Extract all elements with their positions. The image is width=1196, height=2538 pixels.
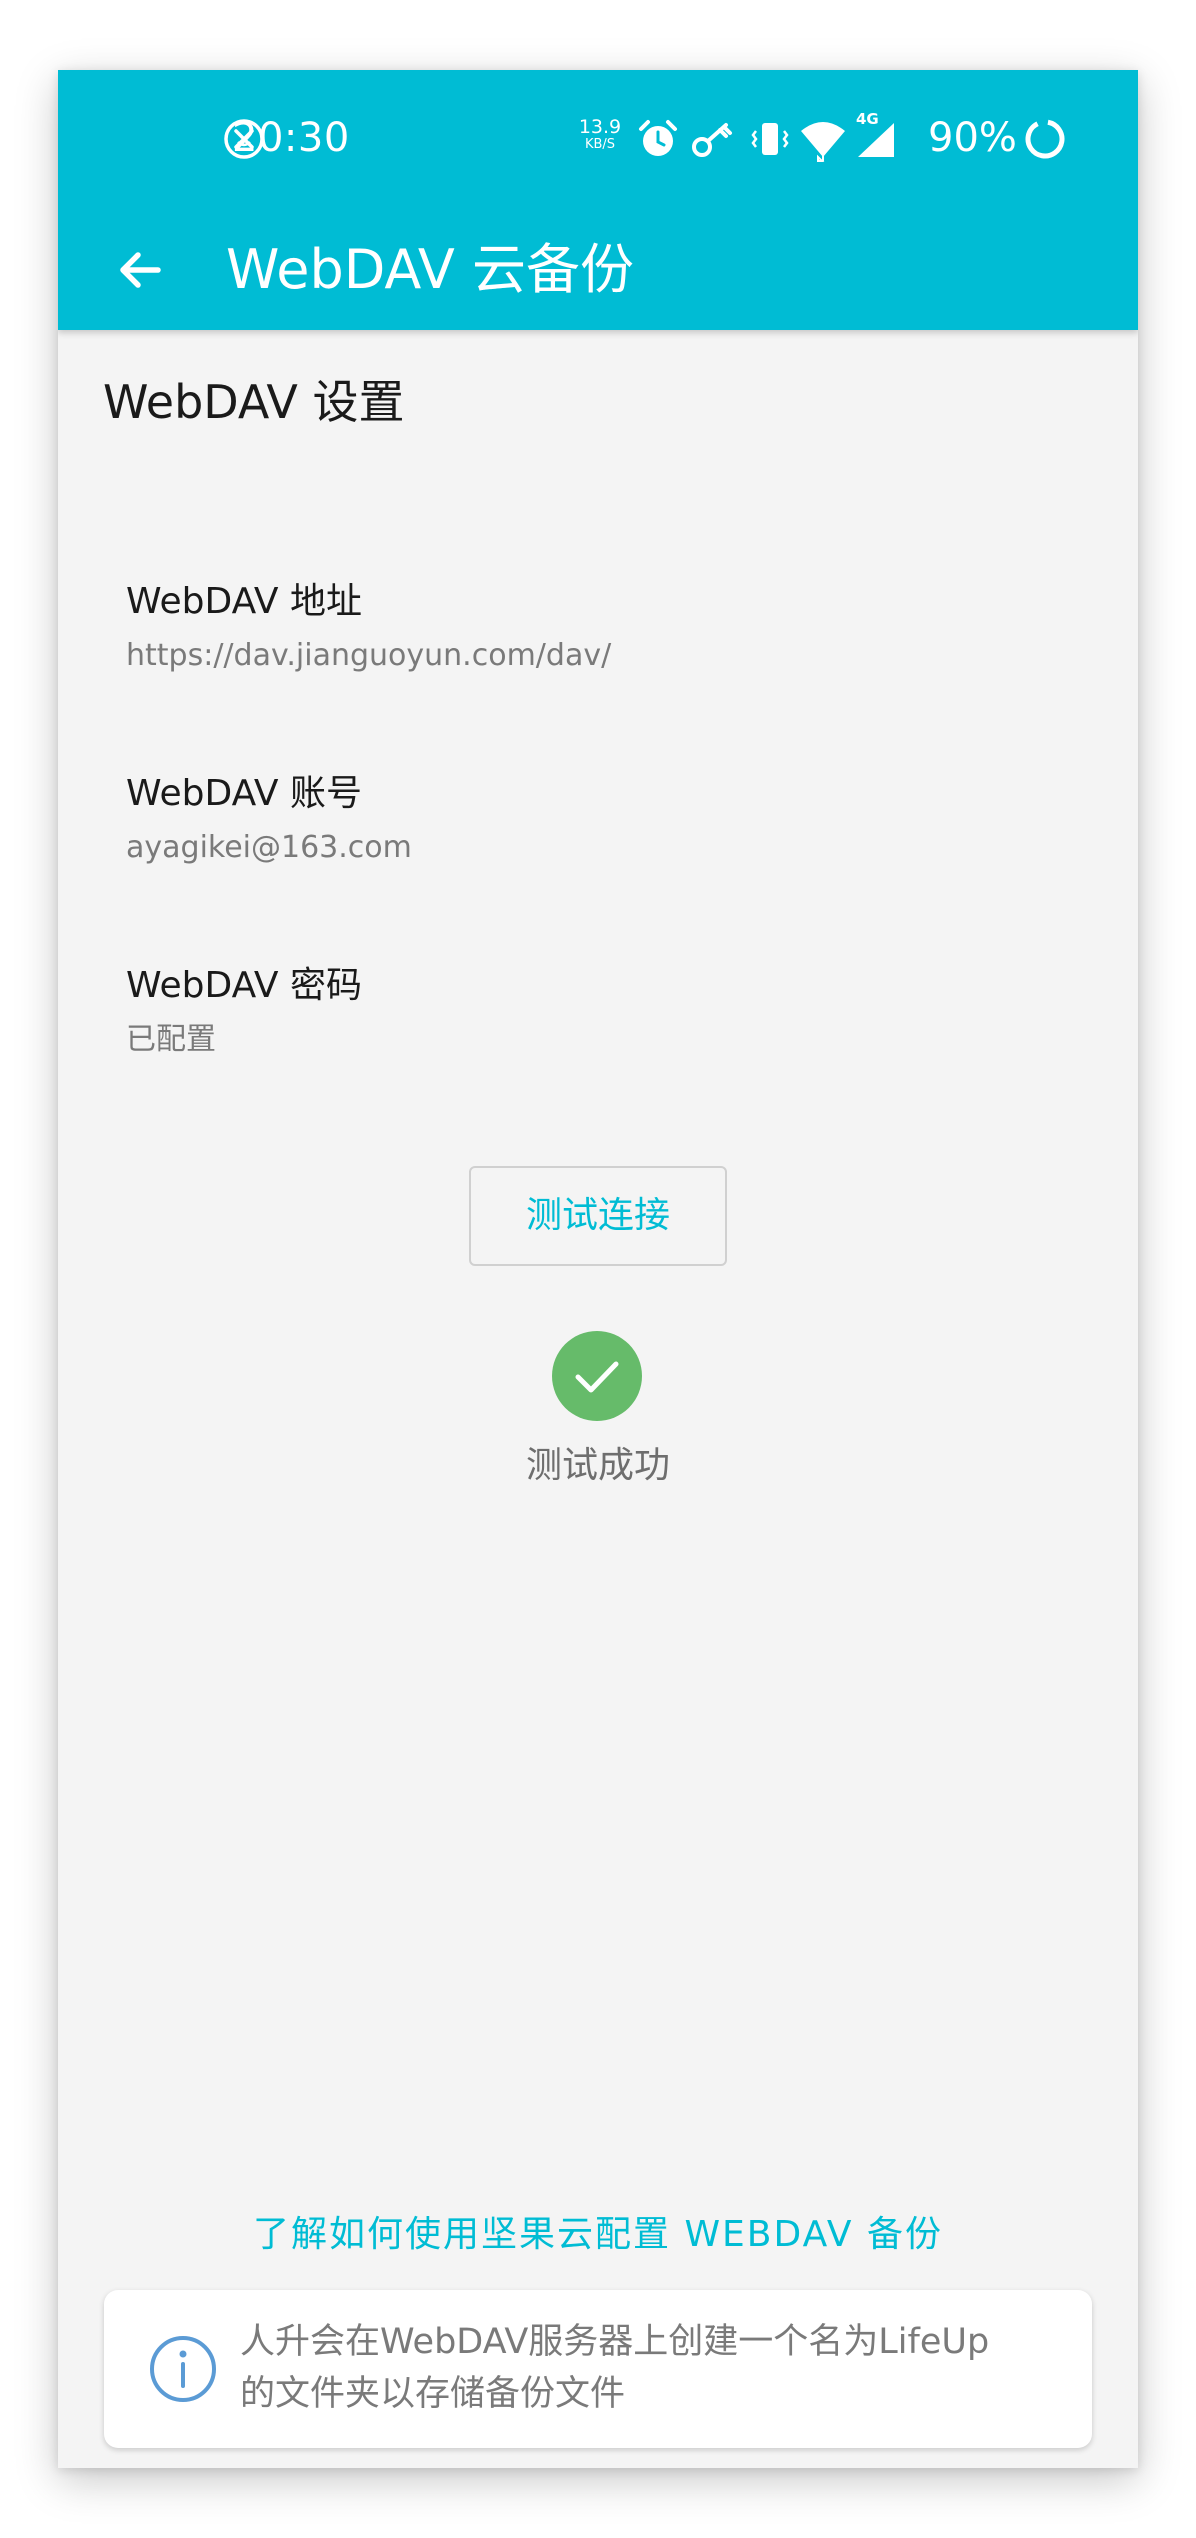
info-icon [150,2336,216,2402]
status-bar: 20:30 13.9 KB/S 4G 90% [58,70,1138,210]
back-button[interactable] [94,224,186,316]
battery-ring-icon [1025,119,1065,159]
test-result-text: 测试成功 [525,1445,670,1486]
notification-blocked-icon [224,119,264,159]
battery-percent: 90% [928,115,1017,161]
vibrate-icon [751,123,789,155]
info-text-line2: 的文件夹以存储备份文件 [240,2374,626,2414]
setting-summary: https://dav.jianguoyun.com/dav/ [126,638,612,673]
setting-webdav-password[interactable]: WebDAV 密码 已配置 [58,924,1138,1100]
setting-title: WebDAV 账号 [126,773,362,814]
net-speed: 13.9 KB/S [575,116,625,153]
setting-summary: 已配置 [126,1022,216,1057]
net-speed-value: 13.9 [578,116,622,138]
signal-icon [858,123,894,157]
section-title: WebDAV 设置 [103,375,405,429]
setting-webdav-account[interactable]: WebDAV 账号 ayagikei@163.com [58,732,1138,908]
net-speed-unit: KB/S [584,137,616,152]
vpn-key-icon [692,123,732,157]
setting-webdav-address[interactable]: WebDAV 地址 https://dav.jianguoyun.com/dav… [58,540,1138,716]
info-text-line1: 人升会在WebDAV服务器上创建一个名为LifeUp [240,2322,990,2362]
toolbar: WebDAV 云备份 [58,210,1138,330]
info-card: 人升会在WebDAV服务器上创建一个名为LifeUp 的文件夹以存储备份文件 [104,2290,1092,2448]
setting-title: WebDAV 地址 [126,581,362,622]
arrow-left-icon [120,252,161,288]
page-title: WebDAV 云备份 [226,238,634,301]
phone-screen: 20:30 13.9 KB/S 4G 90% WebDAV 云备份 WebDAV… [58,70,1138,2468]
alarm-icon [639,120,677,156]
info-text: 人升会在WebDAV服务器上创建一个名为LifeUp 的文件夹以存储备份文件 [240,2316,1060,2420]
test-connection-button[interactable]: 测试连接 [469,1166,727,1266]
check-circle-icon [552,1331,642,1421]
help-link[interactable]: 了解如何使用坚果云配置 WEBDAV 备份 [58,2210,1138,2260]
setting-summary: ayagikei@163.com [126,830,412,865]
wifi-icon [801,122,845,162]
app-bar: 20:30 13.9 KB/S 4G 90% WebDAV 云备份 [58,70,1138,330]
setting-title: WebDAV 密码 [126,965,362,1006]
